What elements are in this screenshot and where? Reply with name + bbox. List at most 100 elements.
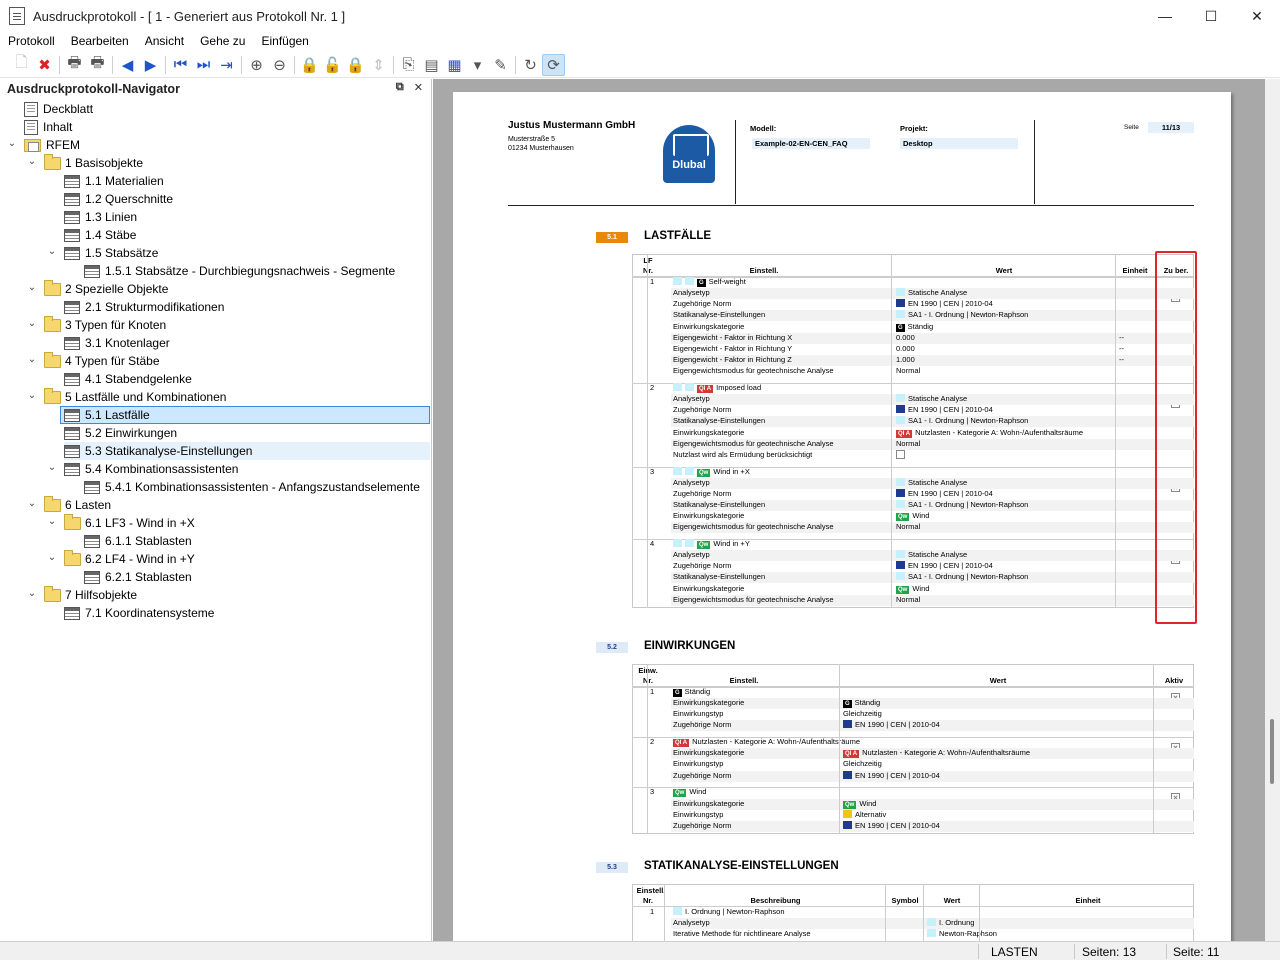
- navigator-close-icon[interactable]: ✕: [414, 81, 423, 94]
- navigator-item[interactable]: RFEM: [24, 136, 80, 154]
- expand-chevron-icon[interactable]: ⌄: [26, 498, 38, 509]
- setting-value-text: 0.000: [896, 343, 915, 353]
- goto-page-icon[interactable]: ⇥: [215, 54, 238, 76]
- navigator-item[interactable]: 1.2 Querschnitte: [64, 190, 173, 208]
- menu-einfuegen[interactable]: Einfügen: [253, 34, 316, 48]
- expand-chevron-icon[interactable]: ⌄: [26, 282, 38, 293]
- menu-ansicht[interactable]: Ansicht: [137, 34, 192, 48]
- navigator-item[interactable]: 4 Typen für Stäbe: [44, 351, 160, 370]
- minimize-button[interactable]: —: [1142, 0, 1188, 32]
- expand-chevron-icon[interactable]: ⌄: [26, 156, 38, 167]
- navigator-item-label: 5.2 Einwirkungen: [85, 426, 178, 440]
- menu-protokoll[interactable]: Protokoll: [0, 34, 63, 48]
- setting-label: Eigengewichtsmodus für geotechnische Ana…: [673, 594, 834, 604]
- maximize-button[interactable]: ☐: [1188, 0, 1234, 32]
- column-header: Einheit: [1075, 896, 1101, 905]
- setting-label: Einwirkungstyp: [673, 759, 724, 769]
- column-divider: [1115, 254, 1116, 608]
- auto-update-icon[interactable]: ⟳: [542, 53, 565, 76]
- navigator-item[interactable]: 5.4 Kombinationsassistenten: [64, 460, 238, 478]
- print-setup-icon[interactable]: 🖶: [86, 54, 109, 76]
- color-marker: [896, 405, 905, 414]
- expand-chevron-icon[interactable]: ⌄: [46, 516, 58, 527]
- navigator-item[interactable]: 7 Hilfsobjekte: [44, 585, 137, 604]
- section-title: LASTFÄLLE: [644, 230, 712, 242]
- table-icon: [84, 570, 100, 584]
- delete-icon[interactable]: ✖: [33, 54, 56, 76]
- setting-value: Statische Analyse: [896, 477, 967, 488]
- expand-chevron-icon[interactable]: ⌄: [6, 138, 18, 149]
- setting-value-text: Gleichzeitig: [843, 709, 882, 719]
- expand-chevron-icon[interactable]: ⌄: [46, 462, 58, 473]
- expand-chevron-icon[interactable]: ⌄: [26, 390, 38, 401]
- close-button[interactable]: ✕: [1234, 0, 1280, 32]
- fatigue-checkbox[interactable]: [896, 449, 905, 459]
- navigator-item[interactable]: 4.1 Stabendgelenke: [64, 370, 192, 388]
- case-name-text: Imposed load: [716, 382, 762, 392]
- column-divider: [647, 254, 648, 608]
- action-name-text: Wind: [689, 787, 707, 797]
- table-icon: [64, 192, 80, 206]
- navigator-item[interactable]: 6 Lasten: [44, 495, 111, 514]
- scrollbar-thumb[interactable]: [1270, 719, 1274, 784]
- settings-icon[interactable]: ▦: [443, 54, 466, 76]
- navigator-item[interactable]: 5.4.1 Kombinationsassistenten - Anfangsz…: [84, 478, 420, 496]
- table-icon: [64, 210, 80, 224]
- expand-chevron-icon[interactable]: ⌄: [46, 246, 58, 257]
- navigator-item[interactable]: 2 Spezielle Objekte: [44, 279, 168, 298]
- navigator-item[interactable]: 1.5.1 Stabsätze - Durchbiegungsnachweis …: [84, 262, 395, 280]
- setting-label: Zugehörige Norm: [673, 820, 732, 830]
- category-badge: QI A: [896, 429, 913, 438]
- color-marker: [927, 918, 936, 927]
- expand-chevron-icon[interactable]: ⌄: [46, 552, 58, 563]
- navigator-item[interactable]: 5.3 Statikanalyse-Einstellungen: [64, 442, 430, 460]
- next-icon[interactable]: ▶: [139, 54, 162, 76]
- navigator-item[interactable]: 6.2.1 Stablasten: [84, 568, 192, 586]
- navigator-item[interactable]: 7.1 Koordinatensysteme: [64, 604, 214, 622]
- expand-chevron-icon[interactable]: ⌄: [26, 318, 38, 329]
- vertical-scrollbar[interactable]: [1265, 79, 1280, 941]
- edit-icon[interactable]: ✎: [489, 54, 512, 76]
- navigator-item[interactable]: 5.2 Einwirkungen: [64, 424, 177, 442]
- print-icon[interactable]: 🖶: [63, 54, 86, 76]
- setting-value: EN 1990 | CEN | 2010-04: [843, 770, 940, 781]
- setting-value: Alternativ: [843, 809, 886, 820]
- pin-icon[interactable]: ⧉: [396, 81, 404, 94]
- expand-chevron-icon[interactable]: ⌄: [26, 588, 38, 599]
- expand-chevron-icon[interactable]: ⌄: [26, 354, 38, 365]
- menu-bearbeiten[interactable]: Bearbeiten: [63, 34, 137, 48]
- navigator-item[interactable]: 5 Lastfälle und Kombinationen: [44, 387, 226, 406]
- case-number: 1: [650, 277, 655, 286]
- page-setup-icon[interactable]: ⎘: [397, 54, 420, 76]
- navigator-item[interactable]: 1.1 Materialien: [64, 172, 164, 190]
- zoom-out-icon[interactable]: ⊖: [268, 54, 291, 76]
- navigator-item-label: 1.2 Querschnitte: [85, 192, 174, 206]
- navigator-item[interactable]: Inhalt: [24, 118, 72, 136]
- first-icon[interactable]: ⏮: [169, 54, 192, 76]
- previous-icon[interactable]: ◀: [116, 54, 139, 76]
- color-marker: [843, 820, 852, 829]
- refresh-icon[interactable]: ↻: [519, 54, 542, 76]
- navigator-item[interactable]: 1.4 Stäbe: [64, 226, 136, 244]
- menu-gehe-zu[interactable]: Gehe zu: [192, 34, 253, 48]
- navigator-item[interactable]: 3 Typen für Knoten: [44, 315, 166, 334]
- navigator-item[interactable]: 6.2 LF4 - Wind in +Y: [64, 549, 195, 568]
- arrange-icon: ⇕: [372, 56, 385, 74]
- setting-value-text: Ständig: [854, 698, 881, 708]
- last-icon[interactable]: ⏭: [192, 54, 215, 76]
- navigator-item[interactable]: 1.3 Linien: [64, 208, 137, 226]
- navigator-item[interactable]: 5.1 Lastfälle: [60, 406, 430, 424]
- navigator-item[interactable]: 6.1 LF3 - Wind in +X: [64, 513, 195, 532]
- navigator-item[interactable]: Deckblatt: [24, 100, 93, 118]
- dropdown-icon[interactable]: ▾: [466, 54, 489, 76]
- navigator-item[interactable]: 1.5 Stabsätze: [64, 244, 158, 262]
- header-icon[interactable]: ▤: [420, 54, 443, 76]
- navigator-item[interactable]: 2.1 Strukturmodifikationen: [64, 298, 224, 316]
- document-view[interactable]: Justus Mustermann GmbH Musterstraße 5 01…: [433, 79, 1265, 941]
- setting-label: Einwirkungskategorie: [673, 511, 745, 521]
- navigator-item[interactable]: 6.1.1 Stablasten: [84, 532, 192, 550]
- navigator-item-label: 1.1 Materialien: [85, 174, 164, 188]
- navigator-item[interactable]: 3.1 Knotenlager: [64, 334, 170, 352]
- navigator-item[interactable]: 1 Basisobjekte: [44, 153, 143, 172]
- zoom-in-icon[interactable]: ⊕: [245, 54, 268, 76]
